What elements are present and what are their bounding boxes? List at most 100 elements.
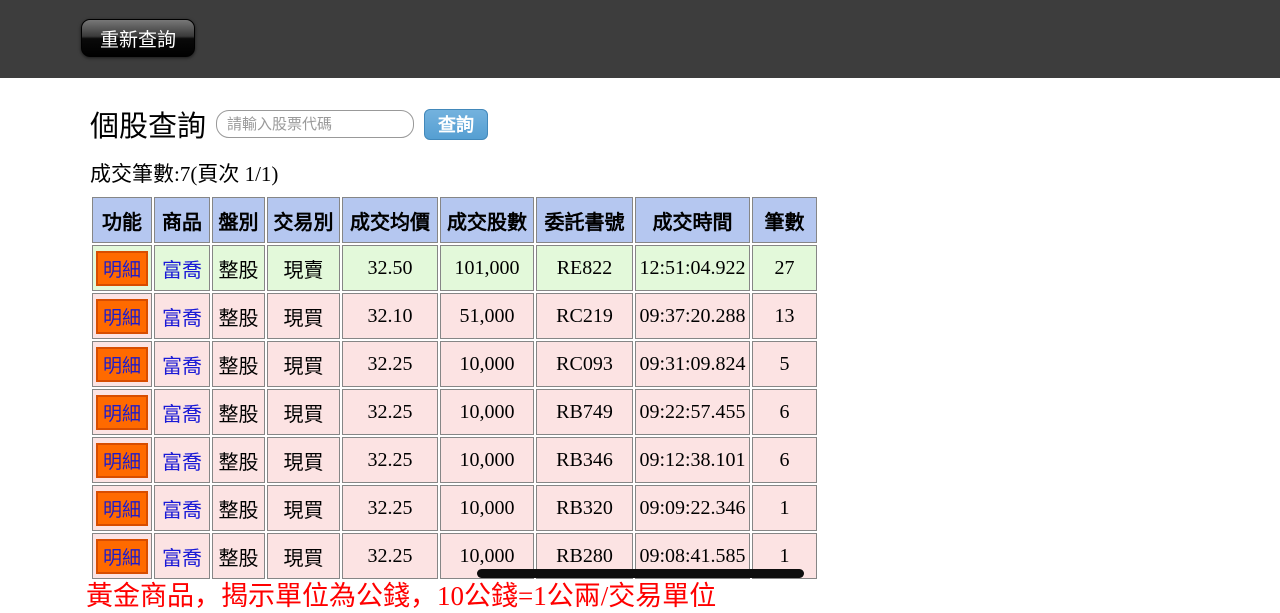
market-cell: 整股 (212, 485, 265, 531)
col-header-count: 筆數 (752, 197, 817, 243)
order-no-cell: RC219 (536, 293, 633, 339)
market-cell: 整股 (212, 533, 265, 579)
action-cell: 明細 (92, 293, 152, 339)
count-cell: 6 (752, 389, 817, 435)
footer-note: 黃金商品，揭示單位為公錢，10公錢=1公兩/交易單位 (86, 581, 717, 611)
count-cell: 6 (752, 437, 817, 483)
col-header-market: 盤別 (212, 197, 265, 243)
avg-price-cell: 32.50 (342, 245, 438, 291)
avg-price-cell: 32.25 (342, 533, 438, 579)
time-cell: 09:37:20.288 (635, 293, 750, 339)
detail-button[interactable]: 明細 (95, 250, 148, 286)
top-bar: 重新查詢 (0, 0, 1280, 78)
col-header-action: 功能 (92, 197, 152, 243)
count-cell: 1 (752, 485, 817, 531)
query-row: 個股查詢 查詢 (90, 103, 819, 145)
avg-price-cell: 32.25 (342, 485, 438, 531)
count-cell: 5 (752, 341, 817, 387)
action-cell: 明細 (92, 437, 152, 483)
results-summary: 成交筆數:7(頁次 1/1) (90, 162, 279, 186)
trades-table: 功能 商品 盤別 交易別 成交均價 成交股數 委託書號 成交時間 筆數 明細 富喬… (90, 195, 819, 581)
col-header-shares: 成交股數 (440, 197, 534, 243)
col-header-product: 商品 (154, 197, 210, 243)
trade-type-cell: 現買 (267, 341, 340, 387)
action-cell: 明細 (92, 389, 152, 435)
market-cell: 整股 (212, 245, 265, 291)
action-cell: 明細 (92, 533, 152, 579)
trade-type-cell: 現買 (267, 293, 340, 339)
page-title: 個股查詢 (90, 111, 207, 143)
trade-type-cell: 現賣 (267, 245, 340, 291)
col-header-trade-type: 交易別 (267, 197, 340, 243)
time-cell: 09:09:22.346 (635, 485, 750, 531)
detail-button[interactable]: 明細 (95, 442, 148, 478)
time-cell: 09:12:38.101 (635, 437, 750, 483)
stock-code-input[interactable] (216, 110, 415, 138)
product-cell: 富喬 (154, 533, 210, 579)
requery-button[interactable]: 重新查詢 (81, 19, 196, 57)
action-cell: 明細 (92, 341, 152, 387)
shares-cell: 10,000 (440, 485, 534, 531)
time-cell: 09:31:09.824 (635, 341, 750, 387)
product-cell: 富喬 (154, 293, 210, 339)
trade-table-body: 明細 富喬 整股 現賣 32.50 101,000 RE822 12:51:04.922 27 明… (92, 245, 817, 579)
time-cell: 12:51:04.922 (635, 245, 750, 291)
action-cell: 明細 (92, 485, 152, 531)
trade-type-cell: 現買 (267, 533, 340, 579)
trade-type-cell: 現買 (267, 389, 340, 435)
detail-button[interactable]: 明細 (95, 538, 148, 574)
detail-button[interactable]: 明細 (95, 490, 148, 526)
order-no-cell: RB749 (536, 389, 633, 435)
table-header-row: 功能 商品 盤別 交易別 成交均價 成交股數 委託書號 成交時間 筆數 (92, 197, 817, 243)
trade-type-cell: 現買 (267, 437, 340, 483)
shares-cell: 10,000 (440, 341, 534, 387)
product-link[interactable]: 富喬 (162, 452, 202, 474)
product-link[interactable]: 富喬 (162, 548, 202, 570)
table-row: 明細 富喬 整股 現買 32.25 10,000 RB749 09:22:57.455 6 (92, 389, 817, 435)
detail-button[interactable]: 明細 (95, 298, 148, 334)
avg-price-cell: 32.10 (342, 293, 438, 339)
product-cell: 富喬 (154, 437, 210, 483)
avg-price-cell: 32.25 (342, 437, 438, 483)
product-cell: 富喬 (154, 485, 210, 531)
trade-type-cell: 現買 (267, 485, 340, 531)
count-cell: 27 (752, 245, 817, 291)
order-no-cell: RB346 (536, 437, 633, 483)
main-content: 個股查詢 查詢 成交筆數:7(頁次 1/1) 功能 商品 盤別 交易別 成交均價… (90, 78, 819, 581)
table-row: 明細 富喬 整股 現買 32.25 10,000 RB346 09:12:38.101 6 (92, 437, 817, 483)
market-cell: 整股 (212, 341, 265, 387)
table-row: 明細 富喬 整股 現賣 32.50 101,000 RE822 12:51:04.922 27 (92, 245, 817, 291)
detail-button[interactable]: 明細 (95, 394, 148, 430)
shares-cell: 10,000 (440, 389, 534, 435)
market-cell: 整股 (212, 389, 265, 435)
order-no-cell: RC093 (536, 341, 633, 387)
avg-price-cell: 32.25 (342, 341, 438, 387)
product-link[interactable]: 富喬 (162, 260, 202, 282)
product-cell: 富喬 (154, 341, 210, 387)
product-link[interactable]: 富喬 (162, 404, 202, 426)
product-link[interactable]: 富喬 (162, 500, 202, 522)
col-header-order-no: 委託書號 (536, 197, 633, 243)
count-cell: 13 (752, 293, 817, 339)
table-row: 明細 富喬 整股 現買 32.10 51,000 RC219 09:37:20.288 13 (92, 293, 817, 339)
market-cell: 整股 (212, 437, 265, 483)
detail-button[interactable]: 明細 (95, 346, 148, 382)
col-header-avg-price: 成交均價 (342, 197, 438, 243)
order-no-cell: RE822 (536, 245, 633, 291)
col-header-time: 成交時間 (635, 197, 750, 243)
product-cell: 富喬 (154, 389, 210, 435)
time-cell: 09:22:57.455 (635, 389, 750, 435)
table-row: 明細 富喬 整股 現買 32.25 10,000 RB320 09:09:22.346 1 (92, 485, 817, 531)
shares-cell: 10,000 (440, 437, 534, 483)
product-link[interactable]: 富喬 (162, 308, 202, 330)
action-cell: 明細 (92, 245, 152, 291)
table-row: 明細 富喬 整股 現買 32.25 10,000 RC093 09:31:09.824 5 (92, 341, 817, 387)
order-no-cell: RB320 (536, 485, 633, 531)
shares-cell: 101,000 (440, 245, 534, 291)
product-link[interactable]: 富喬 (162, 356, 202, 378)
avg-price-cell: 32.25 (342, 389, 438, 435)
market-cell: 整股 (212, 293, 265, 339)
shares-cell: 51,000 (440, 293, 534, 339)
product-cell: 富喬 (154, 245, 210, 291)
search-button[interactable]: 查詢 (424, 108, 489, 140)
